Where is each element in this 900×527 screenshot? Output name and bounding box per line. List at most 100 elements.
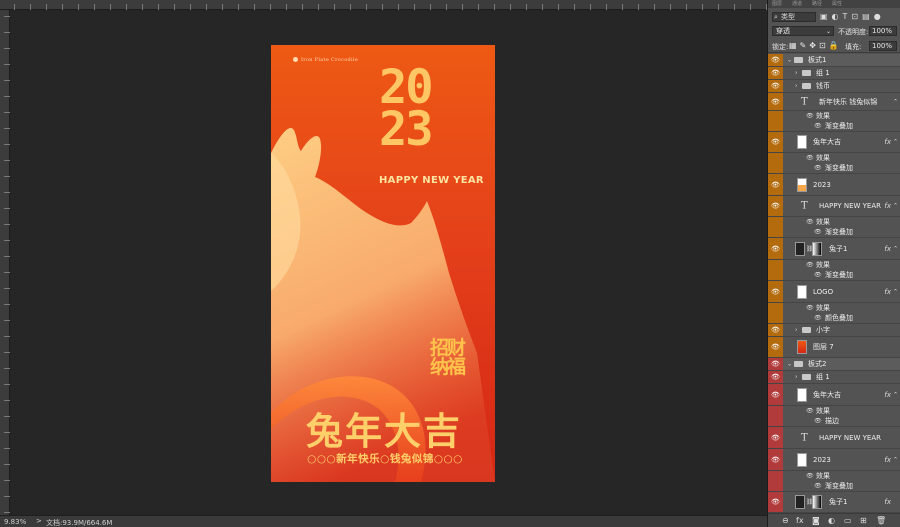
visibility-toggle[interactable] <box>768 416 783 426</box>
eye-icon[interactable]: 👁 <box>814 272 822 279</box>
layer-text-greeting[interactable]: 👁 T 新年快乐 钱兔似锦 ⌃ <box>768 93 900 111</box>
visibility-toggle[interactable] <box>768 303 783 313</box>
trash-icon[interactable]: 🗑 <box>876 516 886 525</box>
layer-hny-b[interactable]: 👁 T HAPPY NEW YEAR <box>768 427 900 449</box>
effects-row[interactable]: 👁 效果 <box>768 260 900 270</box>
effects-row[interactable]: 👁 效果 <box>768 406 900 416</box>
visibility-toggle[interactable]: 👁 <box>768 80 783 92</box>
chevron-right-icon[interactable]: › <box>795 327 797 334</box>
visibility-toggle[interactable]: 👁 <box>768 492 783 512</box>
fx-icon[interactable]: fx <box>884 288 891 296</box>
eye-icon[interactable]: 👁 <box>806 473 814 480</box>
visibility-toggle[interactable]: 👁 <box>768 238 783 259</box>
eye-icon[interactable]: 👁 <box>806 219 814 226</box>
layer-group-b[interactable]: 👁 ⌄ 板式2 <box>768 358 900 371</box>
chevron-up-icon[interactable]: ⌃ <box>893 288 898 295</box>
effects-row[interactable]: 👁 效果 <box>768 153 900 163</box>
chevron-right-icon[interactable]: › <box>795 70 797 77</box>
effects-row[interactable]: 👁 效果 <box>768 217 900 227</box>
effect-gradient-overlay[interactable]: 👁 渐变叠加 <box>768 121 900 132</box>
eye-icon[interactable]: 👁 <box>806 305 814 312</box>
eye-icon[interactable]: 👁 <box>814 123 822 130</box>
chevron-up-icon[interactable]: ⌃ <box>893 139 898 146</box>
effect-stroke[interactable]: 👁 描边 <box>768 416 900 427</box>
visibility-toggle[interactable]: 👁 <box>768 337 783 357</box>
visibility-toggle[interactable]: 👁 <box>768 196 783 216</box>
visibility-toggle[interactable] <box>768 260 783 270</box>
visibility-toggle[interactable]: 👁 <box>768 174 783 195</box>
layer-rabbit[interactable]: 👁 ⛓ 兔子1 fx ⌃ <box>768 238 900 260</box>
adjustment-layer-icon[interactable]: ◐ <box>828 516 835 525</box>
fx-icon[interactable]: fx <box>884 391 891 399</box>
effect-gradient-overlay[interactable]: 👁 渐变叠加 <box>768 481 900 492</box>
visibility-toggle[interactable] <box>768 481 783 491</box>
eye-icon[interactable]: 👁 <box>814 418 822 425</box>
visibility-toggle[interactable]: 👁 <box>768 67 783 79</box>
effect-gradient-overlay[interactable]: 👁 渐变叠加 <box>768 270 900 281</box>
layers-list[interactable]: 👁 ⌄ 板式1 👁 › 组 1 👁 › 钱币 👁 T 新年快乐 钱兔似锦 ⌃ 👁… <box>768 54 900 513</box>
effects-row[interactable]: 👁 效果 <box>768 303 900 313</box>
eye-icon[interactable]: 👁 <box>806 113 814 120</box>
eye-icon[interactable]: 👁 <box>814 229 822 236</box>
eye-icon[interactable]: 👁 <box>814 315 822 322</box>
eye-icon[interactable]: 👁 <box>814 483 822 490</box>
layer-mask-thumbnail[interactable] <box>812 495 822 509</box>
zoom-level[interactable]: 9.83% <box>4 518 26 526</box>
visibility-toggle[interactable] <box>768 471 783 481</box>
eye-icon[interactable]: 👁 <box>806 408 814 415</box>
layer-mask-thumbnail[interactable] <box>812 241 822 256</box>
opacity-input[interactable]: 100% <box>869 26 897 36</box>
canvas-workspace[interactable]: Iron Plate Crocodile 20 23 HAPPY NEW YEA… <box>10 10 767 515</box>
chevron-up-icon[interactable]: ⌃ <box>893 391 898 398</box>
chevron-down-icon[interactable]: ⌄ <box>787 361 792 368</box>
chevron-up-icon[interactable]: ⌃ <box>893 245 898 252</box>
fill-input[interactable]: 100% <box>869 41 897 51</box>
chevron-up-icon[interactable]: ⌃ <box>893 456 898 463</box>
layer-rabbit-b[interactable]: 👁 ⛓ 兔子1 fx <box>768 492 900 513</box>
poster-artboard[interactable]: Iron Plate Crocodile 20 23 HAPPY NEW YEA… <box>271 45 495 482</box>
blend-mode-select[interactable]: 穿透 ⌄ <box>772 26 834 36</box>
visibility-toggle[interactable]: 👁 <box>768 54 783 66</box>
layer-group-a[interactable]: 👁 ⌄ 板式1 <box>768 54 900 67</box>
tab-channels[interactable]: 通道 <box>792 0 802 7</box>
layer-small-text[interactable]: 👁 › 小字 <box>768 324 900 337</box>
tab-layers[interactable]: 图层 <box>772 0 782 7</box>
new-layer-icon[interactable]: ⊞ <box>860 516 867 525</box>
visibility-toggle[interactable]: 👁 <box>768 281 783 302</box>
effect-gradient-overlay[interactable]: 👁 渐变叠加 <box>768 163 900 174</box>
visibility-toggle[interactable]: 👁 <box>768 427 783 448</box>
visibility-toggle[interactable]: 👁 <box>768 371 783 383</box>
layer-filter-select[interactable]: ⌕ 类型 <box>772 12 816 22</box>
new-group-icon[interactable]: ▭ <box>844 516 852 525</box>
fx-icon[interactable]: fx <box>884 456 891 464</box>
status-menu-arrow[interactable]: > <box>36 517 42 525</box>
fx-icon[interactable]: fx <box>884 498 891 506</box>
fx-icon[interactable]: fx <box>884 202 891 210</box>
filter-icons[interactable]: ▣◐T⊡▤● <box>820 12 885 21</box>
visibility-toggle[interactable] <box>768 217 783 227</box>
layer-2023-b[interactable]: 👁 2023 fx ⌃ <box>768 449 900 471</box>
visibility-toggle[interactable] <box>768 121 783 131</box>
horizontal-ruler[interactable] <box>0 0 767 10</box>
layer-2023[interactable]: 👁 2023 <box>768 174 900 196</box>
fx-icon[interactable]: fx <box>884 245 891 253</box>
visibility-toggle[interactable] <box>768 270 783 280</box>
visibility-toggle[interactable] <box>768 227 783 237</box>
visibility-toggle[interactable] <box>768 163 783 173</box>
chevron-up-icon[interactable]: ⌃ <box>893 203 898 210</box>
eye-icon[interactable]: 👁 <box>814 165 822 172</box>
visibility-toggle[interactable]: 👁 <box>768 449 783 470</box>
visibility-toggle[interactable] <box>768 111 783 121</box>
layer-coins[interactable]: 👁 › 钱币 <box>768 80 900 93</box>
fx-icon[interactable]: fx <box>884 138 891 146</box>
layer-hny[interactable]: 👁 T HAPPY NEW YEAR fx ⌃ <box>768 196 900 217</box>
visibility-toggle[interactable]: 👁 <box>768 358 783 370</box>
chevron-right-icon[interactable]: › <box>795 83 797 90</box>
layer-tunian-b[interactable]: 👁 兔年大吉 fx ⌃ <box>768 384 900 406</box>
lock-icons[interactable]: ▦✎✥⊡🔒 <box>789 41 842 50</box>
chevron-down-icon[interactable]: ⌄ <box>787 57 792 64</box>
layer-tunian[interactable]: 👁 兔年大吉 fx ⌃ <box>768 132 900 153</box>
visibility-toggle[interactable]: 👁 <box>768 324 783 336</box>
visibility-toggle[interactable] <box>768 153 783 163</box>
chevron-right-icon[interactable]: › <box>795 374 797 381</box>
